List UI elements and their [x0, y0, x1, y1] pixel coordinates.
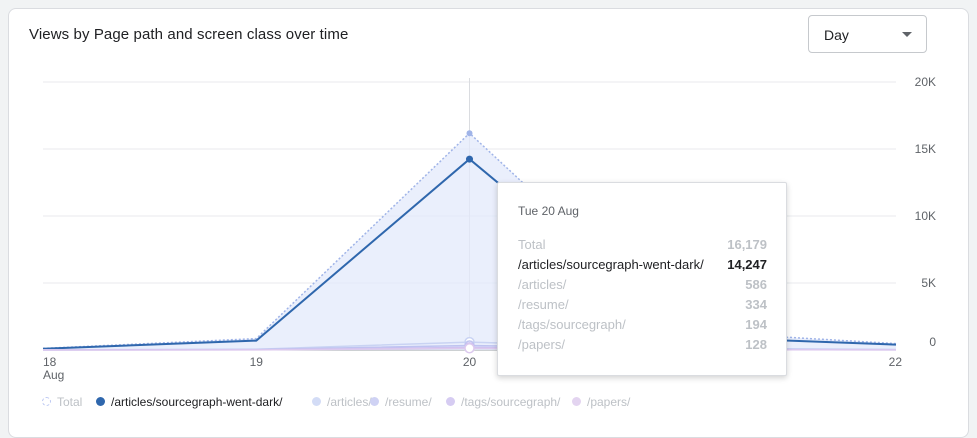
tooltip-row: /papers/128	[518, 337, 767, 355]
data-point	[466, 155, 473, 163]
tooltip-row-label: Total	[518, 237, 546, 252]
tooltip-row-value: 16,179	[727, 237, 767, 252]
legend-item[interactable]: /tags/sourcegraph/	[446, 394, 560, 409]
y-tick-label: 20K	[915, 75, 936, 89]
x-tick-label: 19	[250, 355, 264, 369]
legend-label: /articles/sourcegraph-went-dark/	[111, 394, 283, 409]
tooltip-row: Total 16,179	[518, 237, 767, 255]
legend-item[interactable]: Total	[42, 394, 82, 409]
tooltip-row-value: 128	[745, 337, 767, 352]
legend-dot-icon	[96, 397, 105, 407]
line-chart: 05K10K15K20K18Aug19202122	[42, 75, 936, 382]
data-point	[464, 343, 475, 354]
tooltip-row: /articles/sourcegraph-went-dark/14,247	[518, 257, 767, 275]
y-tick-label: 0	[929, 335, 936, 349]
x-tick-label: 20	[463, 355, 477, 369]
legend-dot-icon	[312, 397, 321, 407]
legend-label: /papers/	[587, 394, 631, 409]
tooltip-row-label: /articles/	[518, 277, 567, 292]
data-point	[466, 130, 473, 137]
legend-label: Total	[57, 394, 83, 409]
tooltip-row: /articles/586	[518, 277, 767, 295]
y-tick-label: 5K	[921, 276, 936, 290]
legend-label: /resume/	[385, 394, 432, 409]
legend-dot-icon	[446, 397, 455, 407]
legend-label: /articles/	[327, 394, 372, 409]
tooltip-row-label: /articles/sourcegraph-went-dark/	[518, 257, 704, 272]
legend-dot-icon	[370, 397, 379, 407]
tooltip-row-value: 334	[745, 297, 767, 312]
y-tick-label: 10K	[915, 209, 936, 223]
legend-item[interactable]: /papers/	[572, 394, 630, 409]
tooltip-row-label: /tags/sourcegraph/	[518, 317, 626, 332]
legend-dot-icon	[42, 397, 51, 407]
tooltip-row-label: /resume/	[518, 297, 569, 312]
tooltip-row-value: 586	[745, 277, 767, 292]
tooltip-date: Tue 20 Aug	[518, 204, 579, 218]
tooltip-row-value: 194	[745, 317, 767, 332]
x-tick-sublabel: Aug	[43, 368, 64, 382]
tooltip-row: /resume/334	[518, 297, 767, 315]
legend-item[interactable]: /articles/	[312, 394, 372, 409]
chart-tooltip: Tue 20 Aug Total 16,179/articles/sourcegr…	[497, 182, 787, 376]
legend-item[interactable]: /resume/	[370, 394, 432, 409]
tooltip-row: /tags/sourcegraph/194	[518, 317, 767, 335]
tooltip-row-value: 14,247	[727, 257, 767, 272]
x-tick-label: 22	[889, 355, 903, 369]
legend-label: /tags/sourcegraph/	[461, 394, 561, 409]
legend-item[interactable]: /articles/sourcegraph-went-dark/	[96, 394, 282, 409]
x-tick-label: 18	[43, 355, 57, 369]
legend-dot-icon	[572, 397, 581, 407]
y-tick-label: 15K	[915, 142, 936, 156]
tooltip-row-label: /papers/	[518, 337, 565, 352]
